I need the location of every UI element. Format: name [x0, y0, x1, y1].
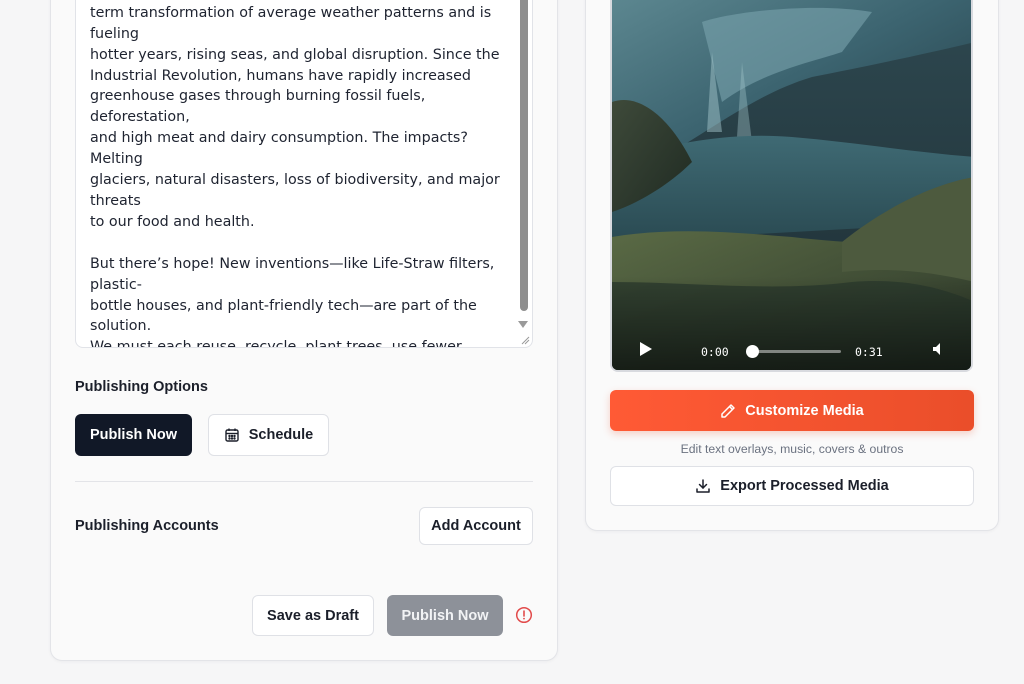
video-duration: 0:31 [855, 345, 883, 359]
add-account-label: Add Account [431, 518, 521, 534]
video-current-time: 0:00 [701, 345, 729, 359]
post-content-text[interactable]: 🌍 Climate change is more urgent than eve… [90, 0, 510, 347]
export-media-button[interactable]: Export Processed Media [610, 466, 974, 506]
video-progress-track[interactable] [751, 350, 841, 353]
publish-now-button[interactable]: Publish Now [387, 595, 503, 636]
customize-media-label: Customize Media [745, 402, 864, 419]
video-player[interactable]: 0:00 0:31 [610, 0, 973, 372]
save-draft-button[interactable]: Save as Draft [252, 595, 374, 636]
scroll-down-arrow-icon[interactable] [518, 321, 528, 328]
post-content-textarea[interactable]: 🌍 Climate change is more urgent than eve… [75, 0, 533, 348]
customize-media-button[interactable]: Customize Media [610, 390, 974, 431]
publish-now-label: Publish Now [401, 607, 489, 624]
warning-icon[interactable] [515, 606, 533, 624]
publishing-accounts-title: Publishing Accounts [75, 518, 219, 534]
customize-hint: Edit text overlays, music, covers & outr… [680, 442, 904, 456]
video-progress-knob[interactable] [746, 345, 759, 358]
textarea-scrollbar[interactable] [515, 0, 532, 347]
export-media-label: Export Processed Media [720, 478, 889, 494]
publishing-options-title: Publishing Options [75, 379, 208, 395]
play-icon[interactable] [639, 341, 653, 357]
volume-icon[interactable] [931, 341, 947, 357]
add-account-button[interactable]: Add Account [419, 507, 533, 545]
section-divider [75, 481, 533, 482]
publish-now-option-button[interactable]: Publish Now [75, 414, 192, 456]
video-controls: 0:00 0:31 [612, 324, 971, 370]
schedule-label: Schedule [248, 427, 314, 443]
calendar-icon [224, 427, 240, 443]
resize-handle-icon[interactable] [520, 335, 530, 345]
scrollbar-thumb[interactable] [520, 0, 528, 311]
save-draft-label: Save as Draft [267, 607, 359, 624]
publish-now-option-label: Publish Now [90, 427, 177, 443]
schedule-button[interactable]: Schedule [208, 414, 329, 456]
download-icon [695, 478, 711, 494]
video-frame [612, 0, 971, 370]
pencil-icon [720, 403, 736, 419]
